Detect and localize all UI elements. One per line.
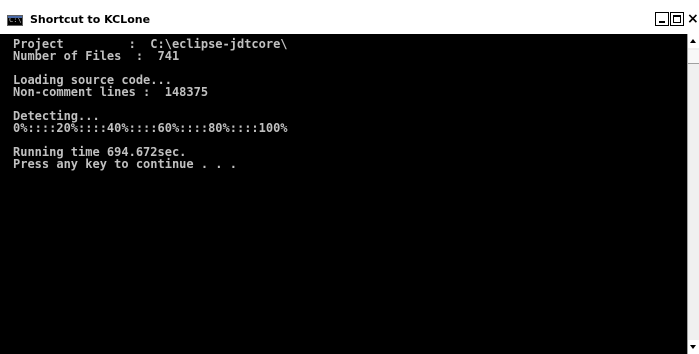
console-line: 0%::::20%::::40%::::60%::::80%::::100% [13, 121, 288, 135]
close-button[interactable]: × [687, 10, 699, 28]
scroll-thumb[interactable] [688, 50, 699, 64]
scroll-up-icon[interactable] [688, 34, 699, 48]
console-line: Number of Files : 741 [13, 49, 180, 63]
console-line: Non-comment lines : 148375 [13, 85, 209, 99]
window-title: Shortcut to KCLone [30, 13, 151, 26]
scroll-down-icon[interactable] [688, 340, 699, 354]
minimize-button[interactable] [655, 12, 669, 26]
console-window: C:\ Shortcut to KCLone × Project : C:\ec… [0, 0, 699, 354]
console-line: Press any key to continue . . . [13, 157, 237, 171]
minimize-icon [659, 21, 665, 23]
close-icon: × [687, 11, 699, 27]
title-bar[interactable]: C:\ Shortcut to KCLone × [0, 0, 699, 34]
console-text: Project : C:\eclipse-jdtcore\ Number of … [13, 38, 288, 170]
vertical-scrollbar[interactable] [687, 34, 699, 354]
console-icon[interactable]: C:\ [7, 15, 23, 26]
maximize-button[interactable] [670, 12, 684, 26]
maximize-icon [673, 15, 681, 23]
console-output[interactable]: Project : C:\eclipse-jdtcore\ Number of … [0, 34, 687, 354]
